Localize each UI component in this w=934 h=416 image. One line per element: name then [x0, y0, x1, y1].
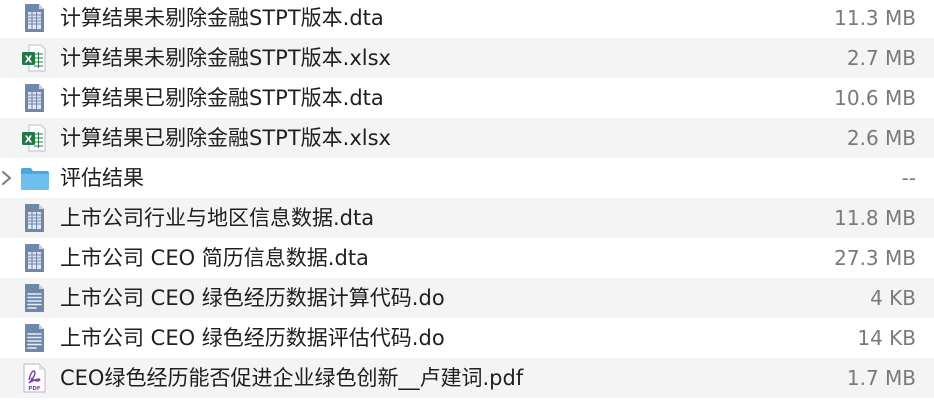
- file-name: 计算结果未剔除金融STPT版本.xlsx: [60, 46, 391, 70]
- folder-icon: [20, 163, 49, 193]
- file-size: 27.3 MB: [834, 246, 916, 270]
- excel-icon: X: [20, 123, 48, 153]
- folder-name: 评估结果: [60, 166, 144, 190]
- file-size: 11.8 MB: [834, 206, 916, 230]
- file-size: 10.6 MB: [834, 86, 916, 110]
- file-row[interactable]: 上市公司 CEO 绿色经历数据计算代码.do 4 KB: [0, 278, 934, 318]
- svg-text:PDF: PDF: [28, 386, 41, 392]
- folder-row[interactable]: 评估结果 --: [0, 158, 934, 198]
- file-size: 11.3 MB: [834, 6, 916, 30]
- svg-text:X: X: [25, 55, 33, 66]
- file-name: 上市公司 CEO 简历信息数据.dta: [60, 246, 369, 270]
- file-name: 计算结果已剔除金融STPT版本.xlsx: [60, 126, 391, 150]
- file-row[interactable]: X 计算结果已剔除金融STPT版本.xlsx 2.6 MB: [0, 118, 934, 158]
- file-size: 2.6 MB: [846, 126, 916, 150]
- file-row[interactable]: 上市公司 CEO 简历信息数据.dta 27.3 MB: [0, 238, 934, 278]
- file-list: 计算结果未剔除金融STPT版本.dta 11.3 MB X 计算结果未剔除金融S…: [0, 0, 934, 416]
- file-row[interactable]: X 计算结果未剔除金融STPT版本.xlsx 2.7 MB: [0, 38, 934, 78]
- file-name: 计算结果未剔除金融STPT版本.dta: [60, 6, 384, 30]
- file-size: 1.7 MB: [846, 366, 916, 390]
- svg-text:X: X: [25, 135, 33, 146]
- dta-doc-icon: [20, 83, 48, 113]
- file-size: --: [901, 166, 916, 190]
- file-name: 上市公司行业与地区信息数据.dta: [60, 206, 375, 230]
- pdf-icon: PDF: [20, 363, 48, 393]
- file-name: CEO绿色经历能否促进企业绿色创新__卢建词.pdf: [60, 366, 524, 390]
- file-name: 计算结果已剔除金融STPT版本.dta: [60, 86, 384, 110]
- file-row[interactable]: 计算结果未剔除金融STPT版本.dta 11.3 MB: [0, 0, 934, 38]
- do-doc-icon: [20, 323, 48, 353]
- dta-doc-icon: [20, 3, 48, 33]
- file-size: 2.7 MB: [846, 46, 916, 70]
- file-row[interactable]: 计算结果已剔除金融STPT版本.dta 10.6 MB: [0, 78, 934, 118]
- dta-doc-icon: [20, 243, 48, 273]
- do-doc-icon: [20, 283, 48, 313]
- chevron-right-icon[interactable]: [0, 169, 16, 187]
- file-row[interactable]: 上市公司行业与地区信息数据.dta 11.8 MB: [0, 198, 934, 238]
- excel-icon: X: [20, 43, 48, 73]
- file-size: 4 KB: [870, 286, 916, 310]
- file-size: 14 KB: [857, 326, 916, 350]
- dta-doc-icon: [20, 203, 48, 233]
- file-name: 上市公司 CEO 绿色经历数据计算代码.do: [60, 286, 445, 310]
- file-row[interactable]: PDF CEO绿色经历能否促进企业绿色创新__卢建词.pdf 1.7 MB: [0, 358, 934, 398]
- file-row[interactable]: 上市公司 CEO 绿色经历数据评估代码.do 14 KB: [0, 318, 934, 358]
- file-name: 上市公司 CEO 绿色经历数据评估代码.do: [60, 326, 445, 350]
